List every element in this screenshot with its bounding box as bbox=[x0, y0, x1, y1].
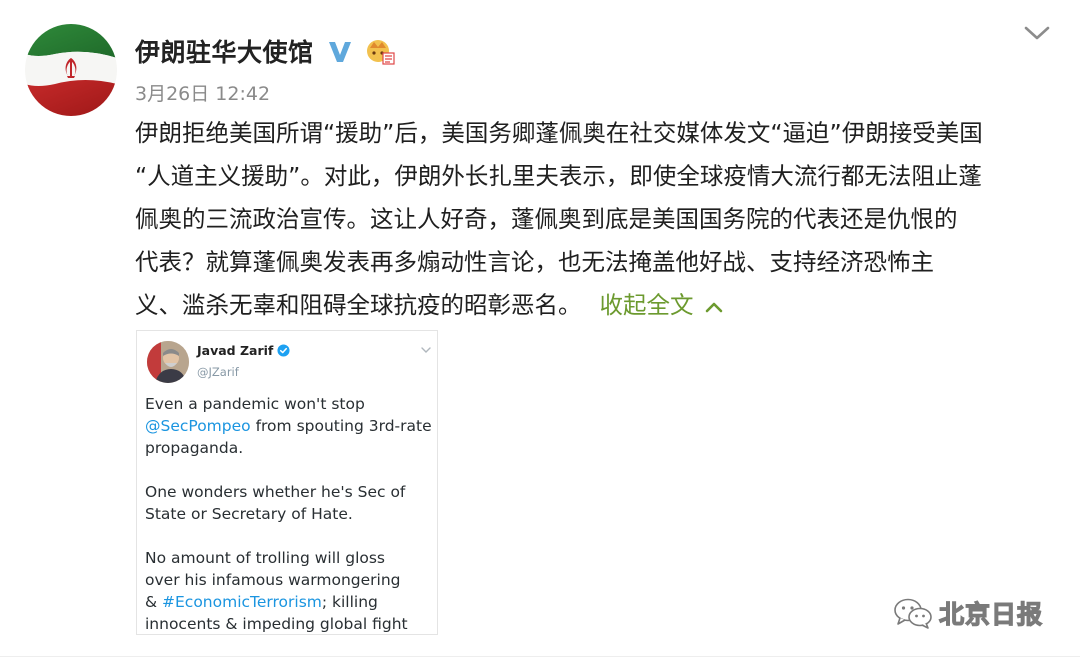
person-avatar-icon bbox=[147, 341, 189, 383]
tweet-text-segment: innocents & impeding global fight bbox=[145, 615, 408, 633]
tweet-author: Javad Zarif bbox=[197, 343, 290, 358]
tweet-avatar bbox=[147, 341, 189, 383]
account-name[interactable]: 伊朗驻华大使馆 bbox=[135, 33, 314, 69]
post-timestamp: 3月26日 12:42 bbox=[135, 83, 271, 105]
post-text-line: 代表？就算蓬佩奥发表再多煽动性言论，也无法掩盖他好战、支持经济恐怖主 bbox=[135, 248, 934, 276]
tweet-text-segment: & bbox=[145, 593, 163, 611]
tweet-text-segment: ; killing bbox=[321, 593, 378, 611]
tweet-text: Even a pandemic won't stop @SecPompeo fro… bbox=[145, 393, 435, 634]
account-name-row: 伊朗驻华大使馆 bbox=[135, 31, 396, 71]
member-crown-icon[interactable] bbox=[364, 36, 396, 66]
tweet-text-segment: One wonders whether he's Sec of bbox=[145, 483, 406, 501]
wechat-icon bbox=[894, 598, 932, 629]
collapse-label[interactable]: 收起全文 bbox=[600, 291, 694, 319]
verified-badge-icon bbox=[277, 344, 290, 357]
chevron-down-icon[interactable] bbox=[1022, 22, 1052, 44]
tweet-text-segment: from spouting 3rd-rate bbox=[250, 417, 432, 435]
tweet-text-segment: over his infamous warmongering bbox=[145, 571, 401, 589]
tweet-mention-link: @SecPompeo bbox=[145, 417, 251, 435]
chevron-up-icon[interactable] bbox=[704, 300, 724, 314]
account-avatar[interactable] bbox=[25, 24, 117, 116]
verified-v-icon[interactable] bbox=[326, 37, 354, 65]
tweet-paragraph: No amount of trolling will gloss over his… bbox=[145, 547, 435, 634]
tweet-text-segment: State or Secretary of Hate. bbox=[145, 505, 353, 523]
post-text-last-line: 义、滥杀无辜和阻碍全球抗疫的昭彰恶名。 收起全文 bbox=[135, 284, 1055, 327]
tweet-paragraph: Even a pandemic won't stop @SecPompeo fro… bbox=[145, 393, 435, 459]
tweet-text-segment: propaganda. bbox=[145, 439, 244, 457]
post-text-line: 义、滥杀无辜和阻碍全球抗疫的昭彰恶名。 bbox=[135, 291, 582, 319]
tweet-paragraph: One wonders whether he's Sec of State or … bbox=[145, 481, 435, 525]
watermark-text: 北京日报 bbox=[938, 599, 1044, 629]
post-body: 伊朗拒绝美国所谓“援助”后，美国务卿蓬佩奥在社交媒体发文“逼迫”伊朗接受美国 “… bbox=[135, 112, 1055, 327]
collapse-full-text-link[interactable]: 收起全文 bbox=[600, 291, 724, 319]
tweet-handle: @JZarif bbox=[197, 365, 239, 379]
tweet-text-segment: No amount of trolling will gloss bbox=[145, 549, 386, 567]
post-text-line: “人道主义援助”。对此，伊朗外长扎里夫表示，即使全球疫情大流行都无法阻止蓬 bbox=[135, 162, 982, 190]
iran-flag-icon bbox=[25, 24, 117, 116]
tweet-text-segment: Even a pandemic won't stop bbox=[145, 395, 365, 413]
weibo-post: 伊朗驻华大使馆 3月26日 12:42 伊朗拒绝美国所谓“援助”后，美国务卿蓬佩… bbox=[0, 0, 1080, 660]
divider bbox=[0, 656, 1080, 657]
embedded-tweet-image[interactable]: Javad Zarif @JZarif Even a pandemic won'… bbox=[136, 330, 438, 635]
tweet-hashtag-link: #EconomicTerrorism bbox=[162, 593, 322, 611]
tweet-chevron-down-icon bbox=[421, 347, 431, 353]
post-text-line: 伊朗拒绝美国所谓“援助”后，美国务卿蓬佩奥在社交媒体发文“逼迫”伊朗接受美国 bbox=[135, 119, 983, 147]
watermark: 北京日报 bbox=[893, 593, 1043, 633]
post-text-line: 佩奥的三流政治宣传。这让人好奇，蓬佩奥到底是美国国务院的代表还是仇恨的 bbox=[135, 205, 958, 233]
tweet-author-name: Javad Zarif bbox=[197, 343, 274, 358]
